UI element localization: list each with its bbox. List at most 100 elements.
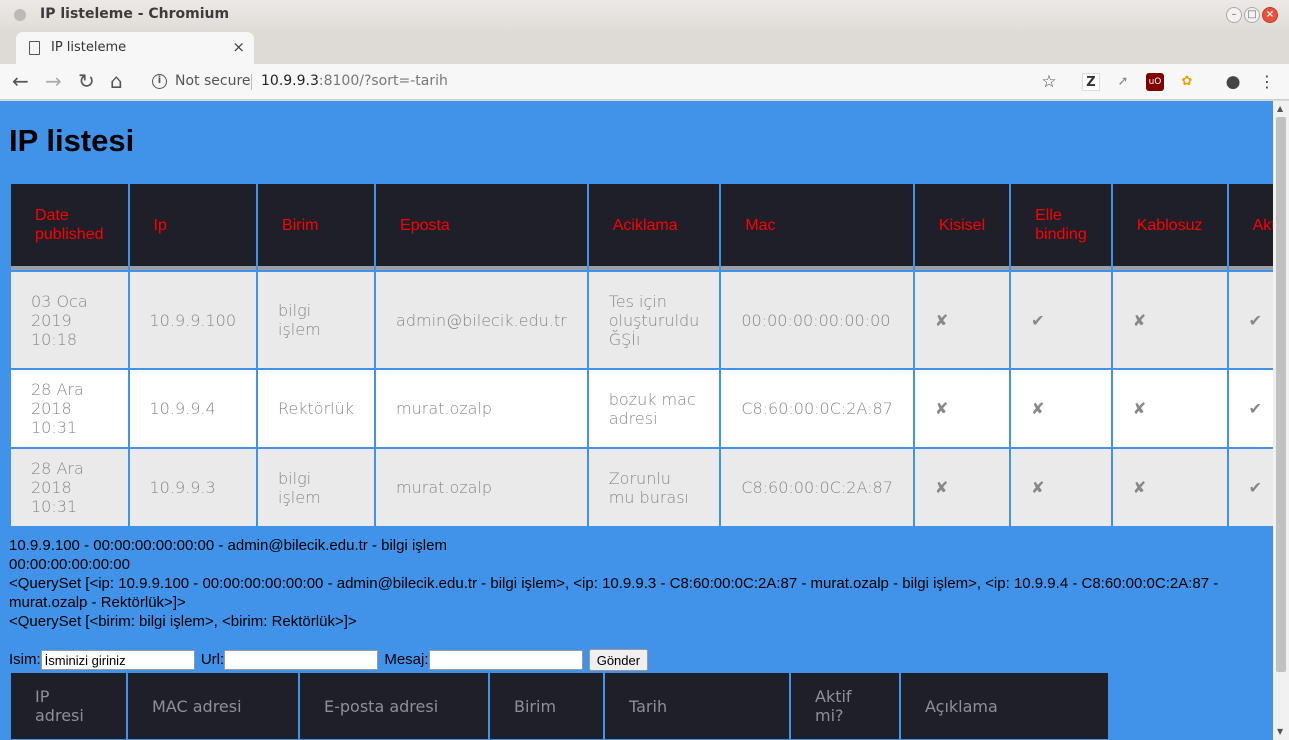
column-header-eposta-adresi[interactable]: E-posta adresi — [300, 673, 488, 739]
zotero-extension-icon[interactable]: Z — [1082, 73, 1100, 91]
isim-label: Isim: — [9, 650, 41, 668]
cell-date: 03 Oca 2019 10:18 — [11, 272, 128, 368]
url-host: 10.9.9.3 — [261, 73, 319, 89]
divider — [251, 74, 252, 90]
tab-strip: IP listeleme × + — [0, 30, 1289, 88]
cell-birim: bilgi işlem — [258, 272, 375, 368]
cell-birim: bilgi işlem — [258, 449, 375, 526]
table-row: 28 Ara 2018 10:31 10.9.9.4 Rektörlük mur… — [11, 370, 1273, 447]
column-header-tarih[interactable]: Tarih — [605, 673, 789, 739]
url-text[interactable]: 10.9.9.3:8100/?sort=-tarih — [261, 73, 448, 89]
column-header-kablosuz[interactable]: Kablosuz — [1112, 184, 1227, 270]
tab-ip-listeleme[interactable]: IP listeleme × — [16, 32, 254, 64]
address-bar[interactable]: i Not secure 10.9.9.3:8100/?sort=-tarih — [140, 68, 1070, 96]
reload-icon[interactable]: ↻ — [78, 69, 95, 93]
profile-icon[interactable]: ● — [1224, 73, 1242, 91]
cell-aciklama: bozuk mac adresi — [588, 370, 720, 447]
maximize-icon[interactable]: □ — [1244, 7, 1260, 23]
column-header-birim[interactable]: Birim — [258, 184, 375, 270]
cell-elle-binding: ✘ — [1011, 449, 1111, 526]
cell-kisisel: ✘ — [914, 272, 1010, 368]
cell-elle-binding: ✘ — [1011, 370, 1111, 447]
ip-table-secondary: IP adresi MAC adresi E-posta adresi Biri… — [9, 671, 1110, 740]
column-header-aciklama[interactable]: Aciklama — [588, 184, 720, 270]
column-header-elle-binding[interactable]: Elle binding — [1011, 184, 1111, 270]
column-header-ip-adresi[interactable]: IP adresi — [11, 673, 126, 739]
cell-aktif: ✔ — [1228, 272, 1273, 368]
column-header-birim[interactable]: Birim — [490, 673, 603, 739]
cell-eposta: admin@bilecik.edu.tr — [376, 272, 587, 368]
cell-aktif: ✔ — [1228, 449, 1273, 526]
minimize-icon[interactable]: – — [1226, 7, 1242, 23]
cell-mac: 00:00:00:00:00:00 — [721, 272, 913, 368]
column-header-kisisel[interactable]: Kisisel — [914, 184, 1010, 270]
isim-input[interactable] — [40, 650, 195, 670]
cell-aciklama: Tes için oluşturuldu ĞŞİı — [588, 272, 720, 368]
gonder-button[interactable]: Gönder — [588, 649, 649, 671]
cell-ip: 10.9.9.3 — [129, 449, 257, 526]
column-header-aktif-mi[interactable]: Aktif mi? — [791, 673, 899, 739]
page-content: IP listesi Date published Ip Birim Epost… — [0, 101, 1273, 740]
cell-aktif: ✔ — [1228, 370, 1273, 447]
column-header-mac[interactable]: Mac — [721, 184, 913, 270]
url-input[interactable] — [224, 650, 379, 670]
mesaj-input[interactable] — [428, 650, 583, 670]
column-header-date[interactable]: Date published — [11, 184, 128, 270]
debug-queryset-ip: <QuerySet [<ip: 10.9.9.100 - 00:00:00:00… — [9, 575, 1219, 611]
cell-eposta: murat.ozalp — [376, 449, 587, 526]
document-icon — [29, 41, 40, 55]
browser-toolbar: ← → ↻ ⌂ i Not secure 10.9.9.3:8100/?sort… — [0, 64, 1289, 100]
debug-line-1: 10.9.9.100 - 00:00:00:00:00:00 - admin@b… — [9, 537, 447, 554]
cell-kablosuz: ✘ — [1112, 370, 1227, 447]
message-form: Isim: Url: Mesaj: Gönder — [9, 649, 649, 671]
table-header-row: IP adresi MAC adresi E-posta adresi Biri… — [11, 673, 1108, 739]
cell-mac: C8:60:00:0C:2A:87 — [721, 370, 913, 447]
cell-ip: 10.9.9.4 — [129, 370, 257, 447]
cell-mac: C8:60:00:0C:2A:87 — [721, 449, 913, 526]
window-title: IP listeleme - Chromium — [40, 6, 230, 22]
column-header-mac-adresi[interactable]: MAC adresi — [128, 673, 298, 739]
column-header-ip[interactable]: Ip — [129, 184, 257, 270]
ip-table: Date published Ip Birim Eposta Aciklama … — [9, 182, 1273, 528]
cell-ip: 10.9.9.100 — [129, 272, 257, 368]
window-menu-icon[interactable] — [14, 9, 26, 21]
back-icon[interactable]: ← — [12, 69, 29, 93]
tab-close-icon[interactable]: × — [232, 38, 245, 56]
menu-kebab-icon[interactable]: ⋮ — [1258, 73, 1276, 91]
cell-date: 28 Ara 2018 10:31 — [11, 449, 128, 526]
cell-aciklama: Zorunlu mu burası — [588, 449, 720, 526]
table-row: 28 Ara 2018 10:31 10.9.9.3 bilgi işlem m… — [11, 449, 1273, 526]
scroll-up-icon[interactable]: ▲ — [1277, 104, 1283, 113]
cell-kisisel: ✘ — [914, 449, 1010, 526]
cell-kablosuz: ✘ — [1112, 449, 1227, 526]
column-header-eposta[interactable]: Eposta — [376, 184, 587, 270]
info-icon[interactable]: i — [152, 74, 167, 89]
cell-eposta: murat.ozalp — [376, 370, 587, 447]
color-extension-icon[interactable]: ✿ — [1178, 73, 1196, 91]
debug-queryset-birim: <QuerySet [<birim: bilgi işlem>, <birim:… — [9, 613, 357, 630]
page-title: IP listesi — [9, 123, 135, 158]
scrollbar-thumb[interactable] — [1276, 117, 1286, 672]
cell-kisisel: ✘ — [914, 370, 1010, 447]
cell-date: 28 Ara 2018 10:31 — [11, 370, 128, 447]
tab-title: IP listeleme — [51, 40, 127, 55]
url-label: Url: — [200, 650, 225, 668]
home-icon[interactable]: ⌂ — [110, 69, 123, 93]
cell-kablosuz: ✘ — [1112, 272, 1227, 368]
cursor-extension-icon[interactable]: ➚ — [1114, 73, 1132, 91]
column-header-aciklama[interactable]: Açıklama — [901, 673, 1108, 739]
window-titlebar: IP listeleme - Chromium – □ × — [0, 0, 1289, 30]
table-header-row: Date published Ip Birim Eposta Aciklama … — [11, 184, 1273, 270]
debug-line-2: 00:00:00:00:00:00 — [9, 556, 130, 573]
close-icon[interactable]: × — [1262, 7, 1278, 23]
page-scrollbar[interactable]: ▲ ▼ — [1273, 101, 1289, 740]
forward-icon[interactable]: → — [45, 69, 62, 93]
column-header-aktif[interactable]: Aktif — [1228, 184, 1273, 270]
url-path: :8100/?sort=-tarih — [318, 73, 448, 89]
cell-birim: Rektörlük — [258, 370, 375, 447]
table-row: 03 Oca 2019 10:18 10.9.9.100 bilgi işlem… — [11, 272, 1273, 368]
ublock-extension-icon[interactable]: uO — [1146, 73, 1164, 91]
bookmark-star-icon[interactable]: ☆ — [1040, 73, 1058, 91]
scroll-down-icon[interactable]: ▼ — [1277, 727, 1283, 736]
cell-elle-binding: ✔ — [1011, 272, 1111, 368]
